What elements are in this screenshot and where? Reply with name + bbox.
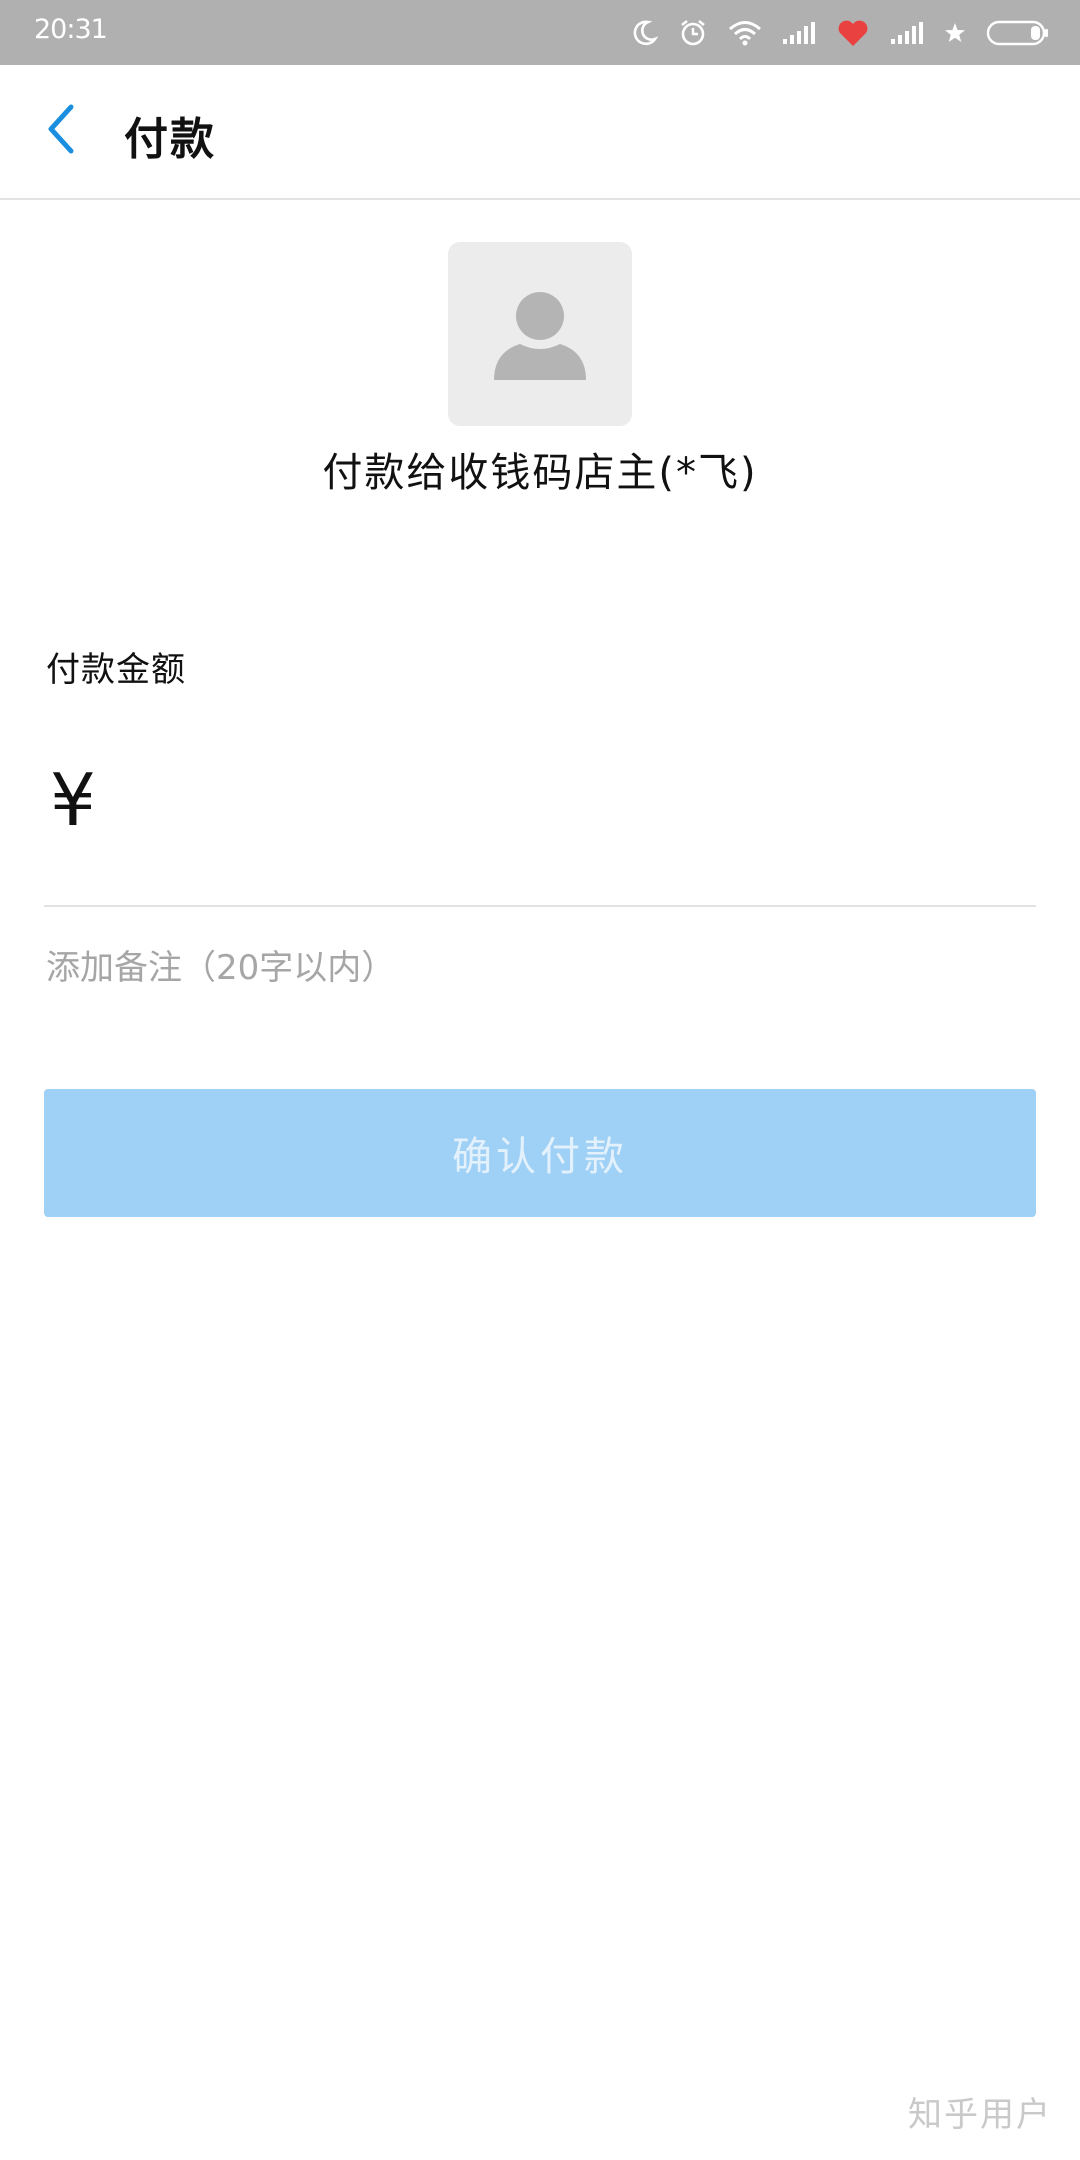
currency-symbol: ¥	[50, 758, 96, 842]
star-icon	[944, 22, 966, 44]
person-icon	[488, 280, 592, 388]
signal-icon	[890, 21, 924, 45]
top-nav-bar: 付款	[0, 65, 1080, 200]
status-icons	[632, 0, 1050, 65]
status-time: 20:31	[34, 14, 108, 45]
chevron-left-icon	[43, 103, 77, 159]
avatar	[448, 242, 632, 426]
payee-label: 付款给收钱码店主(*飞)	[322, 450, 758, 496]
amount-input[interactable]	[130, 760, 1034, 852]
status-bar: 20:31	[0, 0, 1080, 65]
amount-label: 付款金额	[46, 650, 186, 690]
alarm-icon	[678, 18, 708, 48]
watermark: 知乎用户	[908, 2095, 1052, 2135]
signal-icon	[782, 21, 816, 45]
battery-icon	[986, 19, 1050, 47]
wifi-icon	[728, 19, 762, 47]
note-input[interactable]	[44, 940, 1040, 996]
page-title: 付款	[124, 114, 216, 165]
moon-icon	[632, 19, 658, 47]
confirm-payment-button[interactable]: 确认付款	[44, 1089, 1036, 1217]
heart-icon	[836, 18, 870, 48]
divider	[44, 905, 1036, 907]
back-button[interactable]	[30, 95, 90, 167]
